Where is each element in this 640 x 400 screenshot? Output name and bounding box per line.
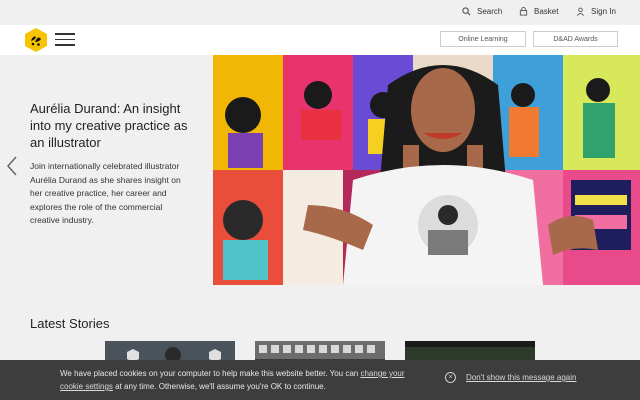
cookie-dismiss-label: Don't show this message again bbox=[466, 373, 577, 382]
search-link[interactable]: Search bbox=[462, 7, 502, 16]
awards-button[interactable]: D&AD Awards bbox=[533, 31, 618, 47]
cookie-banner: We have placed cookies on your computer … bbox=[0, 360, 640, 400]
chevron-left-icon[interactable] bbox=[6, 155, 18, 177]
cookie-text-after: at any time. Otherwise, we'll assume you… bbox=[112, 382, 326, 391]
signin-link[interactable]: Sign In bbox=[576, 7, 616, 16]
hamburger-icon[interactable] bbox=[55, 33, 75, 47]
close-circle-icon: × bbox=[445, 372, 456, 383]
search-label: Search bbox=[477, 7, 503, 16]
dad-logo[interactable] bbox=[25, 28, 47, 52]
cookie-message: We have placed cookies on your computer … bbox=[60, 367, 420, 393]
hero-description: Join internationally celebrated illustra… bbox=[30, 161, 181, 225]
user-icon bbox=[576, 7, 585, 16]
main-header: Online Learning D&AD Awards bbox=[0, 25, 640, 55]
awards-label: D&AD Awards bbox=[553, 35, 598, 43]
online-learning-button[interactable]: Online Learning bbox=[440, 31, 526, 47]
basket-label: Basket bbox=[534, 7, 559, 16]
cookie-text-before: We have placed cookies on your computer … bbox=[60, 369, 361, 378]
search-icon bbox=[462, 7, 471, 16]
utility-bar: Search Basket Sign In bbox=[0, 0, 640, 25]
hero-title[interactable]: Aurélia Durand: An insight into my creat… bbox=[30, 100, 195, 151]
basket-icon bbox=[519, 7, 528, 16]
hero-illustration bbox=[213, 55, 640, 285]
signin-label: Sign In bbox=[591, 7, 616, 16]
basket-link[interactable]: Basket bbox=[519, 7, 558, 16]
hero-image[interactable] bbox=[213, 55, 640, 285]
latest-stories-heading: Latest Stories bbox=[30, 316, 110, 331]
hero-text-panel: Aurélia Durand: An insight into my creat… bbox=[0, 55, 213, 285]
online-learning-label: Online Learning bbox=[458, 35, 508, 43]
cookie-dismiss-button[interactable]: × Don't show this message again bbox=[445, 372, 576, 383]
